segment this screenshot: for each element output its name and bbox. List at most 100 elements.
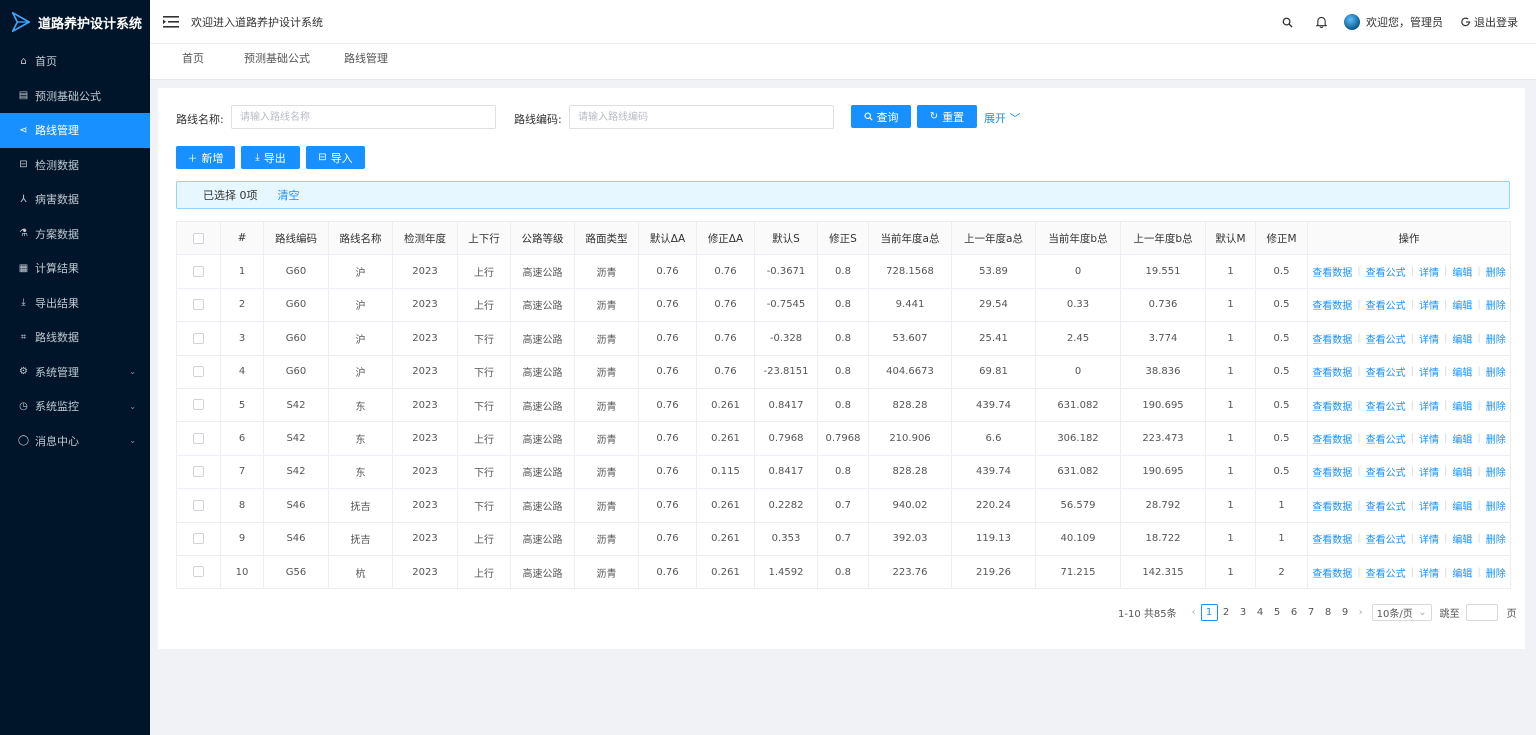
next-page-icon[interactable]: › [1359,607,1363,618]
query-button[interactable]: 查询 [851,105,911,128]
view-data-link[interactable]: 查看数据 [1312,498,1352,513]
detail-link[interactable]: 详情 [1419,565,1439,580]
sidebar-item[interactable]: ⚙ 系统管理 ⌄ [0,355,150,390]
logout-button[interactable]: 退出登录 [1461,14,1518,30]
delete-link[interactable]: 删除 [1486,498,1506,513]
tab-home[interactable]: 首页 [174,44,212,76]
detail-link[interactable]: 详情 [1419,464,1439,479]
route-code-input[interactable] [569,105,834,129]
row-checkbox[interactable] [193,265,204,277]
route-name-input[interactable] [231,105,496,129]
row-checkbox[interactable] [193,566,204,578]
edit-link[interactable]: 编辑 [1452,331,1472,346]
delete-link[interactable]: 删除 [1486,431,1506,446]
view-data-link[interactable]: 查看数据 [1312,565,1352,580]
view-formula-link[interactable]: 查看公式 [1366,464,1406,479]
prev-page-icon[interactable]: ‹ [1192,607,1196,618]
add-button[interactable]: ＋ 新增 [176,146,235,169]
delete-link[interactable]: 删除 [1486,565,1506,580]
view-data-link[interactable]: 查看数据 [1312,464,1352,479]
view-formula-link[interactable]: 查看公式 [1366,364,1406,379]
edit-link[interactable]: 编辑 [1452,264,1472,279]
tab-route-management[interactable]: 路线管理 [328,44,404,76]
page-number[interactable]: 4 [1252,604,1269,621]
jump-page-input[interactable] [1465,603,1498,621]
edit-link[interactable]: 编辑 [1452,464,1472,479]
export-button[interactable]: ⤓ 导出 [241,146,300,169]
user-menu[interactable]: 欢迎您，管理员 [1344,14,1443,30]
delete-link[interactable]: 删除 [1486,364,1506,379]
row-checkbox[interactable] [193,399,204,411]
row-checkbox[interactable] [193,466,204,478]
page-number[interactable]: 7 [1303,604,1320,621]
view-formula-link[interactable]: 查看公式 [1366,297,1406,312]
sidebar-item[interactable]: ⌂ 首页 [0,44,150,79]
detail-link[interactable]: 详情 [1419,531,1439,546]
edit-link[interactable]: 编辑 [1452,565,1472,580]
view-formula-link[interactable]: 查看公式 [1366,331,1406,346]
sidebar-item[interactable]: ◷ 系统监控 ⌄ [0,389,150,424]
detail-link[interactable]: 详情 [1419,331,1439,346]
row-checkbox[interactable] [193,299,204,311]
sidebar-item[interactable]: ▤ 预测基础公式 [0,79,150,114]
row-checkbox[interactable] [193,499,204,511]
edit-link[interactable]: 编辑 [1452,364,1472,379]
clear-selection-link[interactable]: 清空 [278,187,300,203]
delete-link[interactable]: 删除 [1486,264,1506,279]
view-formula-link[interactable]: 查看公式 [1366,498,1406,513]
reset-button[interactable]: ↻ 重置 [917,105,977,128]
menu-fold-icon[interactable] [163,15,179,29]
page-number[interactable]: 1 [1200,603,1218,621]
row-checkbox[interactable] [193,432,204,444]
page-number[interactable]: 8 [1320,604,1337,621]
view-formula-link[interactable]: 查看公式 [1366,565,1406,580]
view-data-link[interactable]: 查看数据 [1312,398,1352,413]
view-formula-link[interactable]: 查看公式 [1366,531,1406,546]
sidebar-item[interactable]: ⊟ 检测数据 [0,148,150,183]
row-checkbox[interactable] [193,532,204,544]
detail-link[interactable]: 详情 [1419,264,1439,279]
detail-link[interactable]: 详情 [1419,364,1439,379]
select-all-checkbox[interactable] [193,232,204,244]
view-data-link[interactable]: 查看数据 [1312,264,1352,279]
edit-link[interactable]: 编辑 [1452,431,1472,446]
sidebar-item[interactable]: ⤓ 导出结果 [0,286,150,321]
expand-toggle[interactable]: 展开 ﹀ [984,110,1021,126]
sidebar-item[interactable]: ⅄ 病害数据 [0,182,150,217]
edit-link[interactable]: 编辑 [1452,531,1472,546]
delete-link[interactable]: 删除 [1486,531,1506,546]
detail-link[interactable]: 详情 [1419,297,1439,312]
page-number[interactable]: 2 [1218,604,1235,621]
row-checkbox[interactable] [193,332,204,344]
sidebar-item[interactable]: ▦ 计算结果 [0,251,150,286]
sidebar-item[interactable]: ⌗ 路线数据 [0,320,150,355]
page-number[interactable]: 3 [1235,604,1252,621]
page-number[interactable]: 9 [1337,604,1354,621]
page-number[interactable]: 5 [1269,604,1286,621]
view-data-link[interactable]: 查看数据 [1312,364,1352,379]
delete-link[interactable]: 删除 [1486,464,1506,479]
tab-formula[interactable]: 预测基础公式 [238,44,316,76]
bell-icon[interactable] [1304,16,1338,28]
search-icon[interactable] [1270,17,1304,28]
import-button[interactable]: ⊟ 导入 [306,146,365,169]
view-data-link[interactable]: 查看数据 [1312,297,1352,312]
page-size-select[interactable]: 10条/页 ⌄ [1371,603,1432,621]
delete-link[interactable]: 删除 [1486,297,1506,312]
sidebar-item[interactable]: ◯ 消息中心 ⌄ [0,424,150,459]
view-formula-link[interactable]: 查看公式 [1366,264,1406,279]
delete-link[interactable]: 删除 [1486,398,1506,413]
detail-link[interactable]: 详情 [1419,498,1439,513]
sidebar-item[interactable]: ⚗ 方案数据 [0,217,150,252]
detail-link[interactable]: 详情 [1419,398,1439,413]
view-data-link[interactable]: 查看数据 [1312,331,1352,346]
detail-link[interactable]: 详情 [1419,431,1439,446]
view-formula-link[interactable]: 查看公式 [1366,431,1406,446]
view-formula-link[interactable]: 查看公式 [1366,398,1406,413]
row-checkbox[interactable] [193,366,204,377]
edit-link[interactable]: 编辑 [1452,398,1472,413]
view-data-link[interactable]: 查看数据 [1312,531,1352,546]
view-data-link[interactable]: 查看数据 [1312,431,1352,446]
edit-link[interactable]: 编辑 [1452,297,1472,312]
delete-link[interactable]: 删除 [1486,331,1506,346]
